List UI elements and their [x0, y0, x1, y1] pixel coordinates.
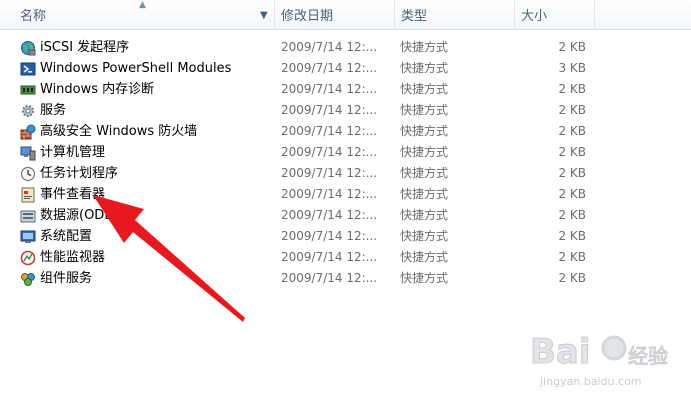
red-arrow-shape: [93, 195, 245, 322]
svg-text:经验: 经验: [628, 344, 668, 368]
watermark-url: jingyan.baidu.com: [540, 375, 642, 388]
svg-text:Bai: Bai: [530, 332, 591, 372]
